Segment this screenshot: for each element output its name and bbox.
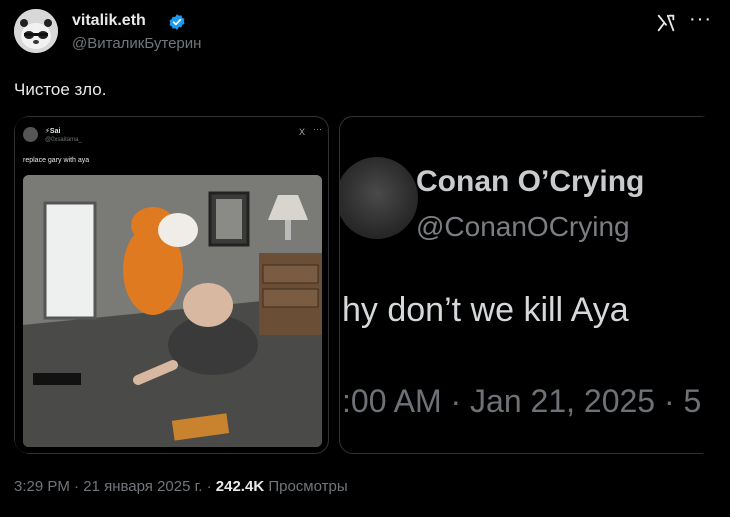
room-illustration: [23, 175, 322, 447]
quoted-tweet-text: hy don’t we kill Aya: [342, 291, 629, 329]
grok-icon[interactable]: [655, 12, 677, 34]
views-label: Просмотры: [264, 478, 348, 495]
views-count: 242.4K: [215, 478, 265, 495]
panda-avatar-icon: [14, 9, 58, 53]
quoted-author-handle: @0xsaitama_: [45, 137, 82, 143]
media-gallery[interactable]: ⚡Sai @0xsaitama_ X ··· replace gary with…: [14, 116, 716, 454]
author-handle[interactable]: @ВиталикБутерин: [72, 35, 201, 52]
quoted-author-name: Conan O’Crying: [416, 165, 645, 198]
quoted-image: [23, 175, 322, 447]
quoted-author-avatar: [340, 157, 418, 239]
quoted-tweet-timestamp: :00 AM · Jan 21, 2025 · 5: [342, 383, 702, 419]
quoted-author-handle: @ConanOCrying: [416, 211, 630, 242]
quoted-author-name: ⚡Sai: [45, 128, 61, 135]
quoted-tweet-text: replace gary with aya: [23, 157, 90, 164]
author-avatar[interactable]: [14, 9, 58, 53]
more-options-icon: ···: [313, 124, 322, 134]
author-display-name[interactable]: vitalik.eth: [72, 12, 146, 30]
tweet-meta: 3:29 PM · 21 января 2025 г. · 242.4K Про…: [14, 478, 348, 495]
more-options-icon[interactable]: ···: [689, 8, 712, 31]
tweet-time[interactable]: 3:29 PM: [14, 478, 70, 495]
tweet-date[interactable]: 21 января 2025 г.: [83, 478, 202, 495]
meta-separator: ·: [69, 478, 84, 495]
meta-separator: ·: [202, 478, 216, 495]
verified-badge-icon: [169, 14, 185, 30]
quoted-author-avatar: [23, 127, 38, 142]
x-logo-icon: X: [299, 127, 306, 137]
media-item-1[interactable]: ⚡Sai @0xsaitama_ X ··· replace gary with…: [14, 116, 329, 454]
tweet-text: Чистое зло.: [14, 80, 107, 99]
media-item-2[interactable]: Conan O’Crying @ConanOCrying hy don’t we…: [339, 116, 716, 454]
